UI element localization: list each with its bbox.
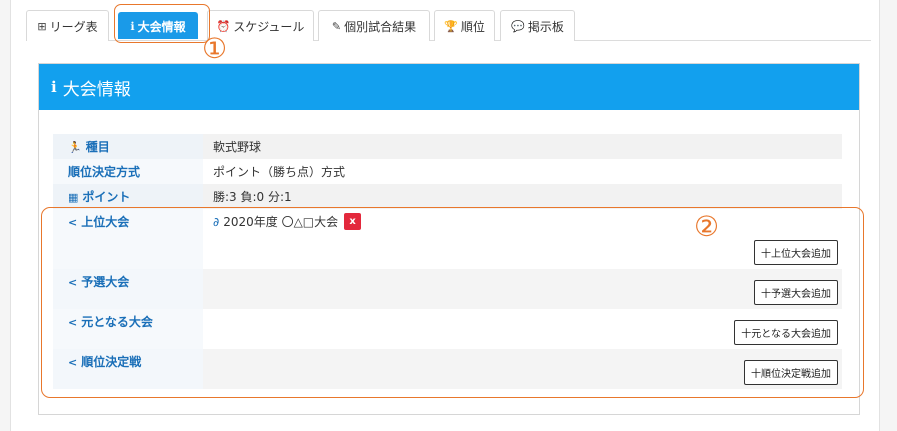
add-playoff-button[interactable]: 十順位決定戦追加 (744, 360, 838, 385)
tab-label: リーグ表 (49, 19, 98, 34)
info-icon: ℹ (51, 78, 57, 96)
info-table: 🏃 種目 軟式野球 順位決定方式 ポイント（勝ち点）方式 ▦ ポイント 勝:3 負:… (53, 134, 842, 389)
tab-ranking[interactable]: 🏆 順位 (434, 10, 495, 41)
tab-match-results[interactable]: ✎ 個別試合結果 (318, 10, 430, 41)
linked-tournament-name[interactable]: 2020年度 〇△□大会 (223, 213, 338, 230)
tab-label: 個別試合結果 (344, 19, 417, 34)
add-upper-tournament-button[interactable]: 十上位大会追加 (754, 240, 838, 265)
table-row: < 上位大会 ∂ 2020年度 〇△□大会 x 十上位大会追加 (53, 209, 842, 269)
value-source-tournament: 十元となる大会追加 (203, 309, 842, 349)
runner-icon: 🏃 (68, 141, 82, 154)
label-points: ポイント (82, 190, 131, 204)
label-source-tournament: 元となる大会 (81, 315, 153, 329)
label-playoff: 順位決定戦 (81, 355, 142, 369)
value-upper-tournament: ∂ 2020年度 〇△□大会 x 十上位大会追加 (203, 209, 842, 269)
info-icon: ℹ (130, 19, 135, 33)
value-playoff: 十順位決定戦追加 (203, 349, 842, 389)
share-icon: < (68, 316, 78, 329)
comment-icon: 💬 (511, 19, 525, 33)
table-row: 順位決定方式 ポイント（勝ち点）方式 (53, 159, 842, 184)
row-label: ▦ ポイント (53, 184, 203, 209)
row-label: 🏃 種目 (53, 134, 203, 159)
tab-bulletin-board[interactable]: 💬 掲示板 (500, 10, 575, 41)
label-ranking-method: 順位決定方式 (53, 159, 203, 184)
value-points: 勝:3 負:0 分:1 (203, 184, 842, 209)
remove-link-button[interactable]: x (344, 213, 362, 230)
label-upper-tournament: 上位大会 (81, 215, 130, 229)
table-row: ▦ ポイント 勝:3 負:0 分:1 (53, 184, 842, 209)
table-row: < 順位決定戦 十順位決定戦追加 (53, 349, 842, 389)
pencil-icon: ✎ (331, 19, 342, 33)
value-sport: 軟式野球 (203, 134, 842, 159)
tab-label: スケジュール (233, 19, 305, 34)
label-sport: 種目 (85, 140, 110, 154)
calculator-icon: ▦ (68, 191, 79, 204)
annotation-marker-two: ② (694, 210, 720, 243)
tab-league-table[interactable]: ⊞ リーグ表 (26, 10, 109, 41)
panel-title: 大会情報 (62, 79, 131, 100)
link-icon: ∂ (213, 214, 220, 229)
tab-bar: ⊞ リーグ表 ℹ 大会情報 ⏰ スケジュール ✎ 個別試合結果 🏆 順位 💬 掲… (26, 10, 871, 41)
table-row: < 元となる大会 十元となる大会追加 (53, 309, 842, 349)
table-row: 🏃 種目 軟式野球 (53, 134, 842, 159)
add-qualifier-button[interactable]: 十予選大会追加 (754, 280, 838, 305)
share-icon: < (68, 356, 78, 369)
tournament-info-panel: ℹ 大会情報 🏃 種目 軟式野球 順位決定方式 ポイント（勝ち点）方式 ▦ ポイント… (38, 63, 860, 415)
row-label: < 元となる大会 (53, 309, 203, 349)
trophy-icon: 🏆 (444, 19, 458, 33)
row-label: < 予選大会 (53, 269, 203, 309)
grid-icon: ⊞ (37, 19, 47, 33)
tab-label: 大会情報 (137, 19, 186, 34)
value-ranking-method: ポイント（勝ち点）方式 (203, 159, 842, 184)
row-label: < 上位大会 (53, 209, 203, 269)
clock-icon: ⏰ (216, 19, 231, 33)
row-label: < 順位決定戦 (53, 349, 203, 389)
label-qualifier: 予選大会 (81, 275, 130, 289)
tab-label: 順位 (460, 19, 485, 34)
tab-tournament-info[interactable]: ℹ 大会情報 (118, 12, 198, 39)
value-qualifier: 十予選大会追加 (203, 269, 842, 309)
share-icon: < (68, 276, 78, 289)
tab-label: 掲示板 (527, 19, 564, 34)
share-icon: < (68, 216, 78, 229)
table-row: < 予選大会 十予選大会追加 (53, 269, 842, 309)
add-source-tournament-button[interactable]: 十元となる大会追加 (734, 320, 838, 345)
panel-header: ℹ 大会情報 (39, 64, 859, 110)
linked-tournament[interactable]: ∂ 2020年度 〇△□大会 x (213, 213, 362, 230)
annotation-marker-one: ① (202, 32, 228, 65)
